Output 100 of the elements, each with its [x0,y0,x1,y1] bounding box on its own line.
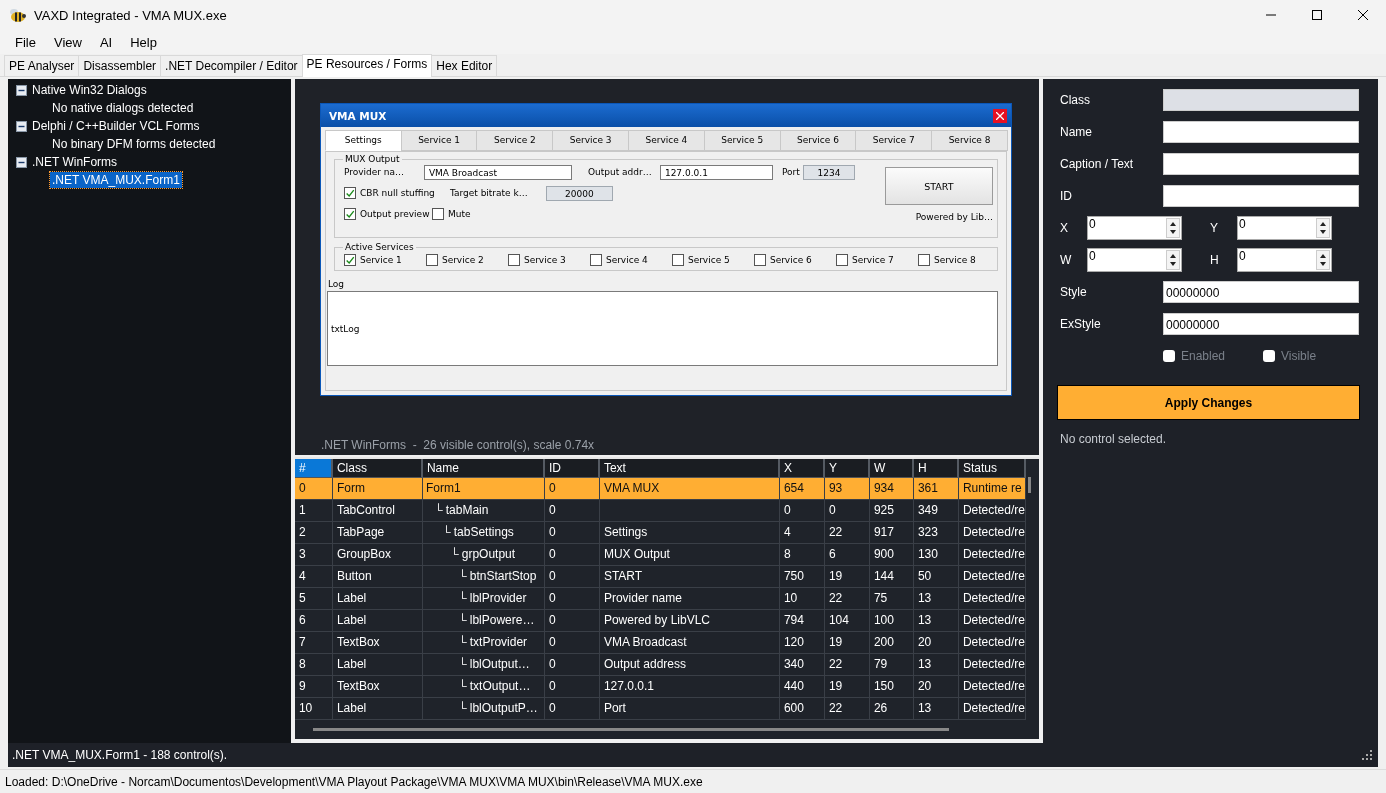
spinner-arrows-icon[interactable] [1316,218,1330,238]
tab[interactable]: Service 1 [400,130,478,151]
checkbox[interactable] [917,254,930,266]
table-cell: 349 [913,500,959,522]
collapse-icon[interactable] [16,84,27,96]
table-cell: 127.0.0.1 [599,676,780,698]
number-field[interactable]: 1234 [802,164,855,180]
text-field[interactable]: 00000000 [1163,281,1359,303]
table-cell: 10 [294,698,333,720]
text-field[interactable] [1163,121,1359,143]
table-cell: 5 [294,588,333,610]
spinner-arrows-icon[interactable] [1166,250,1180,270]
menu-item[interactable]: File [6,32,45,52]
text-field[interactable]: VMA Broadcast [423,164,572,180]
checkbox[interactable] [671,254,684,266]
tab[interactable]: Service 3 [552,130,630,151]
tab[interactable]: Hex Editor [431,55,498,76]
start-button[interactable]: START [884,167,993,205]
column-header[interactable]: Class [332,459,423,478]
number-field[interactable]: 0 [1087,216,1182,240]
text-field[interactable]: 127.0.0.1 [659,164,773,180]
checkbox[interactable] [431,208,444,220]
number-field[interactable]: 20000 [545,185,613,201]
tab[interactable]: PE Resources / Forms [301,54,433,77]
menu-item[interactable]: View [44,32,91,52]
apply-changes-button[interactable]: Apply Changes [1057,385,1360,420]
column-header[interactable]: ID [544,459,600,478]
maximize-icon[interactable] [1312,10,1322,20]
column-header[interactable]: W [869,459,914,478]
text-field[interactable] [1163,153,1359,175]
table-cell: └ txtProvider [422,632,545,654]
number-field[interactable]: 0 [1087,248,1182,272]
checkbox[interactable] [589,254,602,266]
tab[interactable]: Service 7 [855,130,933,151]
column-header[interactable]: Status [958,459,1026,478]
close-button[interactable] [992,108,1007,123]
table-cell: 104 [824,610,870,632]
table-cell: 0 [544,698,600,720]
checkbox[interactable] [507,254,520,266]
collapse-icon[interactable] [16,120,27,132]
checkbox[interactable] [343,208,356,220]
table-cell: 0 [544,588,600,610]
tab[interactable]: Service 2 [476,130,554,151]
tree-item[interactable]: .NET WinForms [30,154,120,170]
column-header[interactable]: # [294,459,333,478]
tab[interactable]: Service 6 [779,130,857,151]
checkbox[interactable] [343,187,356,199]
field-label: Port [781,167,801,177]
field-label: Output addr… [587,167,653,177]
column-header[interactable]: Y [824,459,870,478]
column-header[interactable]: X [779,459,825,478]
number-field[interactable]: 0 [1237,248,1332,272]
spinner-arrows-icon[interactable] [1316,250,1330,270]
tab[interactable]: Service 8 [931,130,1008,151]
spinner-arrows-icon[interactable] [1166,218,1180,238]
table-cell: 900 [869,544,914,566]
tab[interactable]: Service 5 [703,130,781,151]
tab[interactable]: .NET Decompiler / Editor [160,55,303,76]
log-box[interactable]: txtLog [326,291,998,366]
table-cell: 200 [869,632,914,654]
table-cell: 340 [779,654,825,676]
table-cell: 0 [544,610,600,632]
text-field[interactable]: 00000000 [1163,313,1359,335]
tab[interactable]: Service 4 [628,130,705,151]
tree-item[interactable]: No binary DFM forms detected [50,136,218,152]
checkbox[interactable] [753,254,766,266]
column-header[interactable]: H [913,459,959,478]
table-cell: Powered by LibVLC [599,610,780,632]
number-field[interactable]: 0 [1237,216,1332,240]
column-header[interactable]: Name [422,459,545,478]
scrollbar[interactable] [1028,477,1031,493]
table-cell: 150 [869,676,914,698]
text-field[interactable] [1163,185,1359,207]
collapse-icon[interactable] [16,156,27,168]
table-cell: VMA MUX [599,478,780,500]
table-cell: Form [332,478,423,500]
table-cell: 6 [824,544,870,566]
checkbox-label: Service 1 [359,255,402,265]
scrollbar[interactable] [312,728,949,731]
checkbox[interactable] [835,254,848,266]
checkbox-label: Enabled [1181,349,1226,363]
checkbox[interactable] [343,254,356,266]
table-cell: 50 [913,566,959,588]
column-header[interactable]: Text [599,459,780,478]
table-cell: Settings [599,522,780,544]
resize-grip-icon[interactable] [1362,750,1372,760]
form-title: VMA MUX [328,109,387,122]
tree-item[interactable]: Delphi / C++Builder VCL Forms [30,118,202,134]
menu-item[interactable]: Help [121,32,166,52]
tree-item[interactable]: Native Win32 Dialogs [30,82,149,98]
tab[interactable]: Settings [324,130,402,151]
table-cell: 4 [779,522,825,544]
table-cell: TextBox [332,632,423,654]
tab[interactable]: PE Analyser [4,55,80,76]
tree-item[interactable]: .NET VMA_MUX.Form1 [50,172,182,188]
menu-item[interactable]: AI [90,32,122,52]
table-cell: 22 [824,522,870,544]
tree-item[interactable]: No native dialogs detected [50,100,196,116]
close-icon[interactable] [1358,10,1368,20]
checkbox[interactable] [425,254,438,266]
